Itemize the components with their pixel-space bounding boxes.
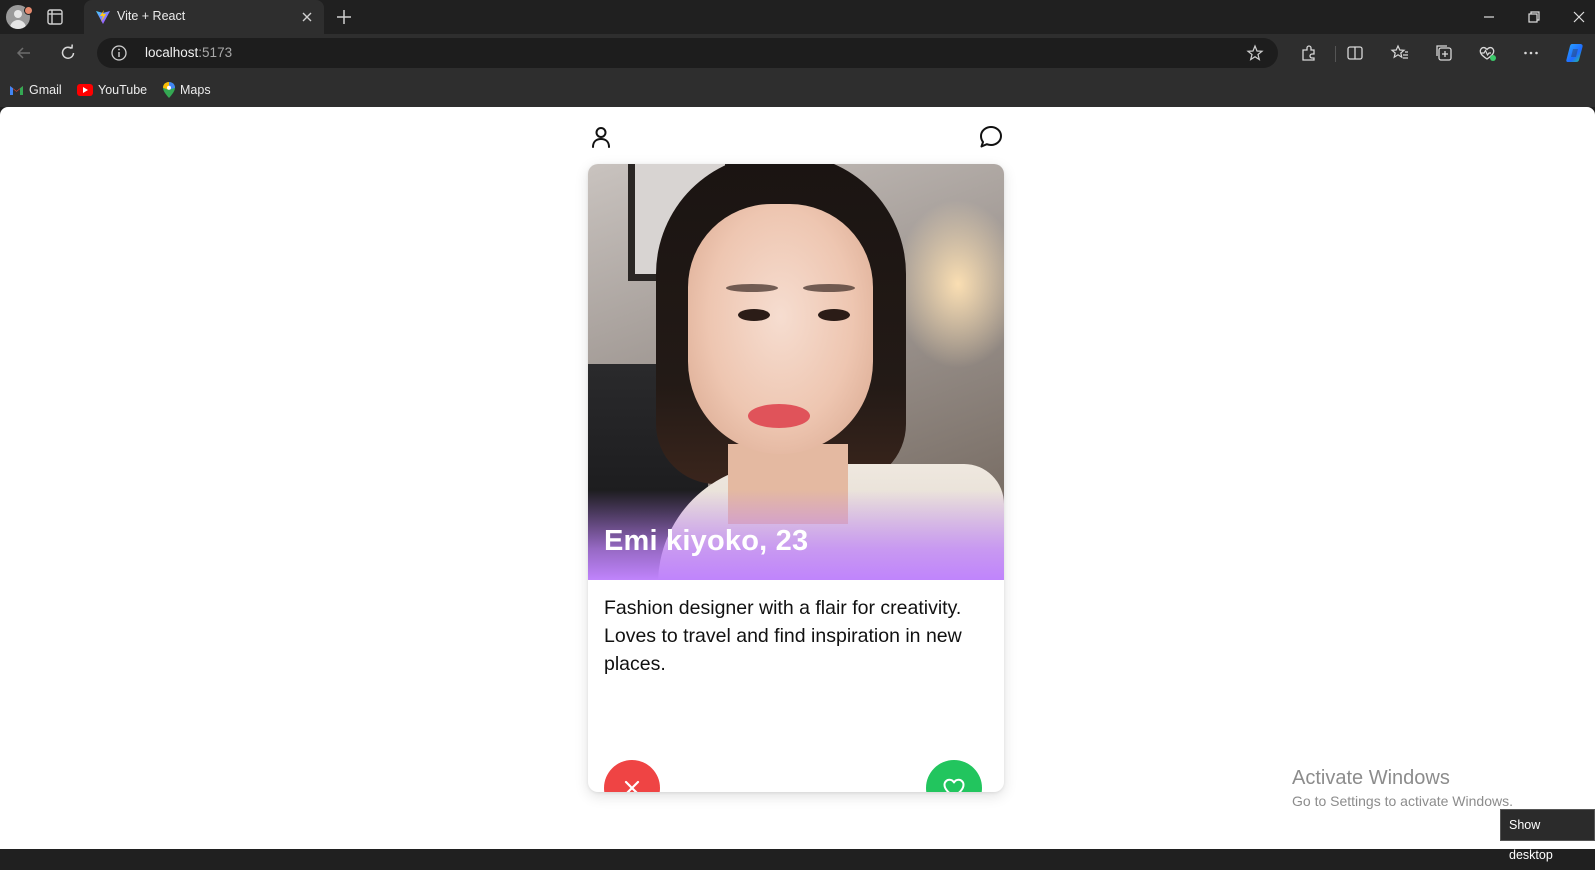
site-info-icon[interactable] <box>110 44 128 62</box>
back-icon[interactable] <box>14 43 34 63</box>
favorites-icon[interactable] <box>1390 43 1410 63</box>
bookmark-maps[interactable]: Maps <box>163 82 211 98</box>
profile-photo[interactable]: Emi kiyoko, 23 <box>588 164 1004 580</box>
bookmark-gmail[interactable]: Gmail <box>9 82 62 98</box>
new-tab-icon[interactable] <box>334 7 354 27</box>
heart-icon <box>943 778 965 792</box>
url-host: localhost <box>145 45 199 60</box>
profile-name-age: Emi kiyoko, 23 <box>604 525 809 557</box>
restore-icon[interactable] <box>1524 7 1544 27</box>
collections-icon[interactable] <box>1434 43 1454 63</box>
watermark-title: Activate Windows <box>1292 767 1450 789</box>
profile-bio: Fashion designer with a flair for creati… <box>604 597 962 675</box>
split-screen-icon[interactable] <box>1345 43 1365 63</box>
page-viewport: Emi kiyoko, 23 Fashion designer with a f… <box>0 107 1595 849</box>
profile-card[interactable]: Emi kiyoko, 23 Fashion designer with a f… <box>588 164 1004 792</box>
photo-right-brow <box>803 284 855 292</box>
browser-tab[interactable]: Vite + React <box>84 0 324 34</box>
favorite-star-icon[interactable] <box>1246 44 1264 62</box>
maps-icon <box>163 82 175 98</box>
bookmark-label: Gmail <box>29 83 62 97</box>
chat-bubble-icon[interactable] <box>978 124 1004 150</box>
url-port: :5173 <box>198 45 233 60</box>
like-button[interactable] <box>926 760 982 792</box>
profile-notification-dot <box>24 6 33 15</box>
photo-right-eye <box>818 309 850 321</box>
tab-title: Vite + React <box>117 9 186 23</box>
show-desktop-tooltip: Show desktop <box>1500 809 1595 862</box>
user-icon[interactable] <box>588 124 614 150</box>
more-menu-icon[interactable] <box>1521 43 1541 63</box>
bookmarks-bar: Gmail YouTube Maps <box>0 72 1595 107</box>
copilot-icon[interactable] <box>1563 41 1587 65</box>
watermark-subtitle: Go to Settings to activate Windows. <box>1292 793 1513 809</box>
photo-left-eye <box>738 309 770 321</box>
tab-strip: Vite + React <box>0 0 1595 34</box>
vite-favicon-icon <box>96 10 110 24</box>
x-icon <box>624 780 640 792</box>
pass-button[interactable] <box>604 760 660 792</box>
bookmark-label: Maps <box>180 83 211 97</box>
address-bar[interactable]: localhost:5173 <box>97 38 1278 68</box>
bookmark-youtube[interactable]: YouTube <box>77 82 147 98</box>
close-window-icon[interactable] <box>1569 7 1589 27</box>
minimize-icon[interactable] <box>1479 7 1499 27</box>
gmail-icon <box>10 86 23 95</box>
youtube-icon <box>77 84 93 96</box>
browser-toolbar: localhost:5173 <box>0 34 1595 72</box>
browser-essentials-icon[interactable] <box>1477 43 1497 63</box>
extensions-icon[interactable] <box>1299 43 1319 63</box>
profile-avatar-head <box>14 10 22 18</box>
toolbar-separator <box>1335 46 1336 62</box>
bookmark-label: YouTube <box>98 83 148 97</box>
photo-lips <box>748 404 810 428</box>
close-tab-icon[interactable] <box>298 8 316 26</box>
reload-icon[interactable] <box>58 43 78 63</box>
photo-left-brow <box>726 284 778 292</box>
windows-activation-watermark: Activate Windows Go to Settings to activ… <box>1292 767 1513 809</box>
address-url: localhost:5173 <box>145 45 232 60</box>
profile-avatar-body <box>10 20 26 29</box>
tab-actions-icon[interactable] <box>45 7 65 27</box>
